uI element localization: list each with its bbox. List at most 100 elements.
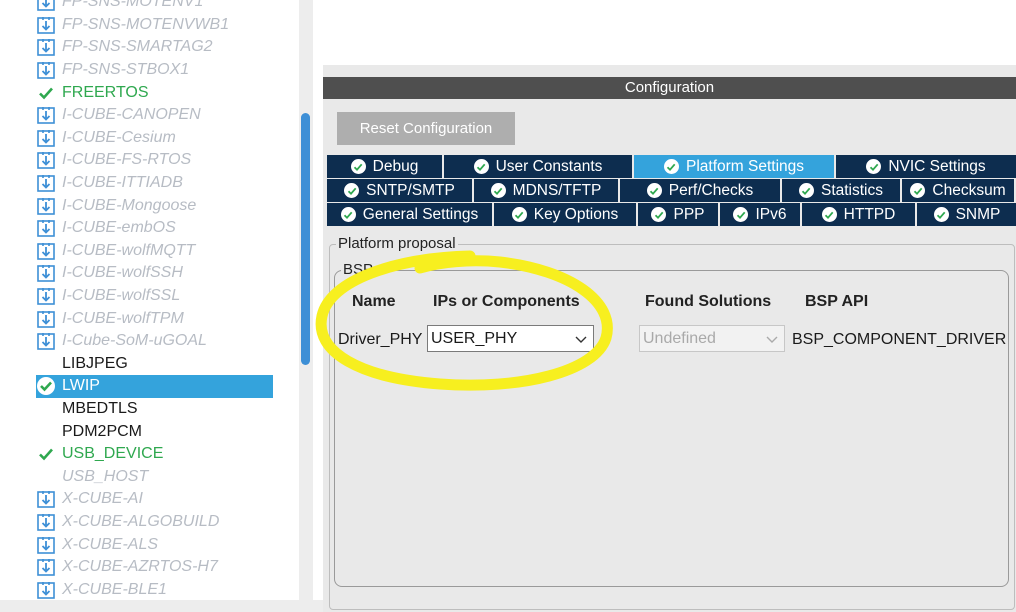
tree-item-x-cube-ble1[interactable]: X-CUBE-BLE1: [36, 578, 296, 601]
tree-item-label: LWIP: [62, 377, 100, 395]
download-icon: [36, 37, 56, 57]
chevron-down-icon: [766, 336, 778, 343]
tree-scrollbar[interactable]: [299, 0, 313, 600]
tree-item-fp-sns-smartag2[interactable]: FP-SNS-SMARTAG2: [36, 36, 296, 59]
tree-item-x-cube-ai[interactable]: X-CUBE-AI: [36, 488, 296, 511]
tree-item-pdm2pcm[interactable]: PDM2PCM: [36, 420, 296, 443]
download-icon: [36, 331, 56, 351]
tab-label: SNTP/SMTP: [366, 181, 455, 199]
tab-label: IPv6: [755, 205, 787, 223]
tree-item-label: USB_HOST: [62, 467, 149, 485]
tab-platform-settings[interactable]: Platform Settings: [634, 155, 834, 178]
tree-item-spacer: [36, 354, 56, 374]
tree-item-label: FP-SNS-MOTENVWB1: [62, 15, 230, 33]
tree-item-label: I-CUBE-CANOPEN: [62, 106, 201, 124]
tree-item-label: X-CUBE-ALS: [62, 535, 159, 553]
tree-item-libjpeg[interactable]: LIBJPEG: [36, 353, 296, 376]
tree-item-lwip[interactable]: LWIP: [36, 375, 273, 398]
check-circle-icon: [340, 207, 356, 222]
tree-item-i-cube-wolftpm[interactable]: I-CUBE-wolfTPM: [36, 307, 296, 330]
tab-snmp[interactable]: SNMP: [917, 203, 1016, 226]
tab-row-3: General Settings Key Options PPP IPv6 HTTPD S…: [327, 203, 1016, 227]
tree-item-label: PDM2PCM: [62, 422, 143, 440]
tab-perf-checks[interactable]: Perf/Checks: [620, 179, 780, 202]
tree-item-label: I-CUBE-Cesium: [62, 128, 176, 146]
download-icon: [36, 535, 56, 555]
column-header-found-solutions: Found Solutions: [645, 293, 772, 310]
tree-item-usb-device[interactable]: USB_DEVICE: [36, 443, 296, 466]
tree-item-label: FREERTOS: [62, 83, 149, 101]
check-circle-icon: [910, 183, 926, 198]
tree-item-mbedtls[interactable]: MBEDTLS: [36, 398, 296, 421]
tree-item-label: X-CUBE-AI: [62, 490, 143, 508]
tab-key-options[interactable]: Key Options: [494, 203, 636, 226]
tree-item-x-cube-algobuild[interactable]: X-CUBE-ALGOBUILD: [36, 511, 296, 534]
download-icon: [36, 105, 56, 125]
tree-item-fp-sns-motenvwb1[interactable]: FP-SNS-MOTENVWB1: [36, 14, 296, 37]
tree-item-usb-host[interactable]: USB_HOST: [36, 465, 296, 488]
tab-label: Statistics: [820, 181, 883, 199]
download-icon: [36, 218, 56, 238]
tab-statistics[interactable]: Statistics: [782, 179, 900, 202]
tab-ipv6[interactable]: IPv6: [720, 203, 800, 226]
check-circle-icon: [511, 207, 527, 222]
checkmark-icon: [36, 444, 56, 464]
tree-item-spacer: [36, 422, 56, 442]
download-icon: [36, 580, 56, 600]
tree-item-x-cube-azrtos-h7[interactable]: X-CUBE-AZRTOS-H7: [36, 556, 296, 579]
download-icon: [36, 128, 56, 148]
check-circle-icon: [933, 207, 949, 222]
tab-ppp[interactable]: PPP: [638, 203, 718, 226]
tab-label: SNMP: [955, 205, 1001, 223]
found-solutions-dropdown: Undefined: [639, 325, 785, 352]
tree-item-i-cube-som-ugoal[interactable]: I-Cube-SoM-uGOAL: [36, 330, 296, 353]
ips-components-dropdown[interactable]: USER_PHY: [427, 325, 594, 352]
tree-item-i-cube-embos[interactable]: I-CUBE-embOS: [36, 217, 296, 240]
bsp-label: BSP: [341, 261, 376, 278]
check-circle-icon: [651, 207, 667, 222]
tab-user-constants[interactable]: User Constants: [444, 155, 632, 178]
tree-item-fp-sns-motenv1[interactable]: FP-SNS-MOTENV1: [36, 0, 296, 14]
check-circle-icon: [36, 376, 56, 396]
tree-item-freertos[interactable]: FREERTOS: [36, 81, 296, 104]
tab-debug[interactable]: Debug: [327, 155, 442, 178]
tree-item-i-cube-mongoose[interactable]: I-CUBE-Mongoose: [36, 194, 296, 217]
tree-item-label: USB_DEVICE: [62, 445, 164, 463]
chevron-down-icon: [575, 336, 587, 343]
reset-configuration-button[interactable]: Reset Configuration: [337, 112, 515, 145]
tree-item-label: X-CUBE-BLE1: [62, 580, 167, 598]
tab-checksum[interactable]: Checksum: [902, 179, 1014, 202]
tree-item-x-cube-als[interactable]: X-CUBE-ALS: [36, 533, 296, 556]
tree-item-i-cube-wolfmqtt[interactable]: I-CUBE-wolfMQTT: [36, 240, 296, 263]
tree-item-i-cube-cesium[interactable]: I-CUBE-Cesium: [36, 127, 296, 150]
tree-item-fp-sns-stbox1[interactable]: FP-SNS-STBOX1: [36, 59, 296, 82]
tab-label: Key Options: [533, 205, 619, 223]
tree-item-i-cube-fs-rtos[interactable]: I-CUBE-FS-RTOS: [36, 149, 296, 172]
tree-horizontal-scrollbar[interactable]: [0, 600, 323, 612]
configuration-body: Reset Configuration Debug User Constants P…: [323, 99, 1016, 612]
tree-item-label: I-CUBE-Mongoose: [62, 196, 197, 214]
tab-general-settings[interactable]: General Settings: [327, 203, 492, 226]
download-icon: [36, 196, 56, 216]
ips-components-value: USER_PHY: [431, 329, 518, 347]
tree-scroll-thumb[interactable]: [301, 113, 310, 365]
tab-httpd[interactable]: HTTPD: [802, 203, 915, 226]
component-tree-panel: FP-SNS-MOTENV1 FP-SNS-MOTENVWB1 FP-SNS-SMA…: [0, 0, 323, 612]
tab-nvic-settings[interactable]: NVIC Settings: [836, 155, 1016, 178]
column-header-name: Name: [352, 293, 396, 310]
download-icon: [36, 173, 56, 193]
tree-item-label: I-CUBE-embOS: [62, 219, 176, 237]
tab-sntp-smtp[interactable]: SNTP/SMTP: [327, 179, 472, 202]
download-icon: [36, 0, 56, 12]
tree-item-spacer: [36, 399, 56, 419]
tree-item-i-cube-wolfssh[interactable]: I-CUBE-wolfSSH: [36, 262, 296, 285]
tab-label: MDNS/TFTP: [512, 181, 602, 199]
tree-item-i-cube-ittiadb[interactable]: I-CUBE-ITTIADB: [36, 172, 296, 195]
tab-label: User Constants: [495, 157, 603, 175]
tab-label: PPP: [673, 205, 705, 223]
tree-item-i-cube-canopen[interactable]: I-CUBE-CANOPEN: [36, 104, 296, 127]
tab-mdns-tftp[interactable]: MDNS/TFTP: [474, 179, 618, 202]
tree-item-label: FP-SNS-SMARTAG2: [62, 38, 213, 56]
download-icon: [36, 489, 56, 509]
tree-item-i-cube-wolfssl[interactable]: I-CUBE-wolfSSL: [36, 285, 296, 308]
